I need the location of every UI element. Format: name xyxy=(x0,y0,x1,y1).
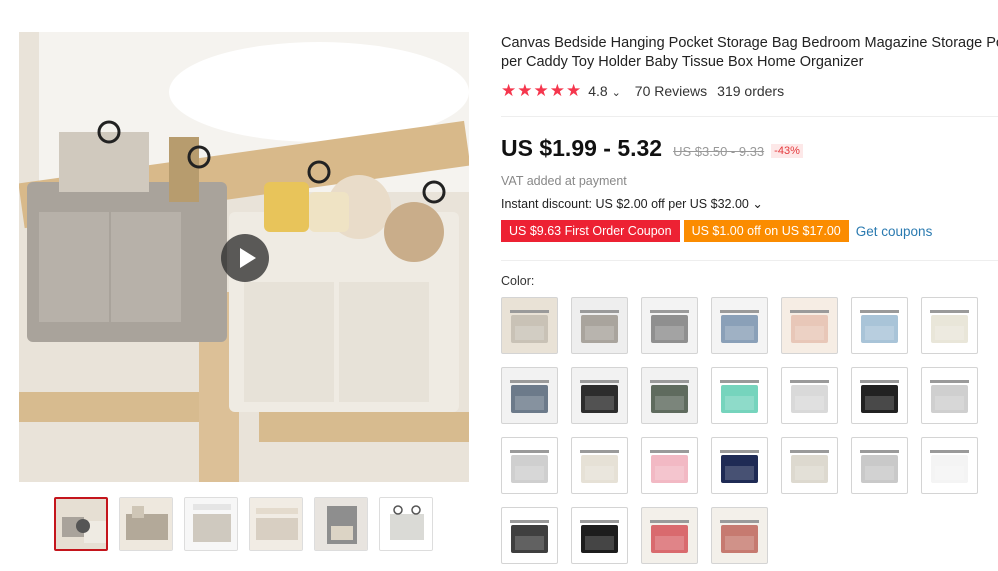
color-swatch-23[interactable] xyxy=(571,507,628,564)
swatch-bag-image xyxy=(580,520,619,553)
swatch-bag-image xyxy=(860,450,899,483)
star-rating-icon: ★★★★★ xyxy=(501,81,583,100)
swatch-bag-image xyxy=(790,450,829,483)
reviews-link[interactable]: 70 Reviews xyxy=(635,83,707,99)
color-swatch-19[interactable] xyxy=(781,437,838,494)
swatch-bag-image xyxy=(720,450,759,483)
instant-discount[interactable]: Instant discount: US $2.00 off per US $3… xyxy=(501,196,763,211)
color-swatch-20[interactable] xyxy=(851,437,908,494)
color-swatch-4[interactable] xyxy=(711,297,768,354)
swatch-bag-image xyxy=(650,520,689,553)
orders-count: 319 orders xyxy=(717,83,785,99)
original-price: US $3.50 - 9.33 xyxy=(673,144,765,159)
color-swatch-11[interactable] xyxy=(711,367,768,424)
thumbnail-6[interactable] xyxy=(379,497,433,551)
color-swatch-15[interactable] xyxy=(501,437,558,494)
color-swatch-1[interactable] xyxy=(501,297,558,354)
color-swatch-10[interactable] xyxy=(641,367,698,424)
swatch-bag-image xyxy=(580,380,619,413)
color-label: Color: xyxy=(501,274,535,288)
swatch-bag-image xyxy=(580,310,619,343)
product-page: Canvas Bedside Hanging Pocket Storage Ba… xyxy=(0,0,998,571)
color-swatch-6[interactable] xyxy=(851,297,908,354)
get-coupons-link[interactable]: Get coupons xyxy=(856,224,933,239)
swatch-bag-image xyxy=(650,380,689,413)
color-swatch-9[interactable] xyxy=(571,367,628,424)
swatch-bag-image xyxy=(790,380,829,413)
divider xyxy=(501,116,998,117)
main-product-image[interactable] xyxy=(19,32,469,482)
price-row: US $1.99 - 5.32 US $3.50 - 9.33 -43% xyxy=(501,135,803,162)
color-swatch-24[interactable] xyxy=(641,507,698,564)
swatch-bag-image xyxy=(930,310,969,343)
color-swatch-12[interactable] xyxy=(781,367,838,424)
swatch-bag-image xyxy=(510,310,549,343)
vat-note: VAT added at payment xyxy=(501,174,627,188)
swatch-bag-image xyxy=(790,310,829,343)
thumbnail-1[interactable] xyxy=(54,497,108,551)
play-video-icon[interactable] xyxy=(221,234,269,282)
color-swatch-14[interactable] xyxy=(921,367,978,424)
swatch-bag-image xyxy=(860,310,899,343)
coupon-row: US $9.63 First Order Coupon US $1.00 off… xyxy=(501,220,932,242)
rating-score[interactable]: 4.8 ⌄ xyxy=(588,83,621,99)
swatch-bag-image xyxy=(720,380,759,413)
swatch-bag-image xyxy=(930,380,969,413)
color-swatch-2[interactable] xyxy=(571,297,628,354)
swatch-bag-image xyxy=(580,450,619,483)
product-title: Canvas Bedside Hanging Pocket Storage Ba… xyxy=(501,34,998,74)
swatch-bag-image xyxy=(510,380,549,413)
rating-row: ★★★★★ 4.8 ⌄ 70 Reviews 319 orders xyxy=(501,81,785,100)
swatch-bag-image xyxy=(650,450,689,483)
rating-value: 4.8 xyxy=(588,83,608,99)
divider xyxy=(501,260,998,261)
color-swatch-17[interactable] xyxy=(641,437,698,494)
color-swatch-3[interactable] xyxy=(641,297,698,354)
thumbnail-2[interactable] xyxy=(119,497,173,551)
thumbnail-strip xyxy=(54,497,433,551)
swatch-bag-image xyxy=(860,380,899,413)
color-swatch-22[interactable] xyxy=(501,507,558,564)
color-swatch-8[interactable] xyxy=(501,367,558,424)
color-swatch-13[interactable] xyxy=(851,367,908,424)
color-swatch-7[interactable] xyxy=(921,297,978,354)
first-order-coupon[interactable]: US $9.63 First Order Coupon xyxy=(501,220,680,242)
thumbnail-3[interactable] xyxy=(184,497,238,551)
discount-badge: -43% xyxy=(771,144,803,158)
rating-dropdown-icon: ⌄ xyxy=(611,87,621,99)
color-swatch-25[interactable] xyxy=(711,507,768,564)
swatch-bag-image xyxy=(650,310,689,343)
color-swatch-21[interactable] xyxy=(921,437,978,494)
swatch-bag-image xyxy=(720,310,759,343)
swatch-bag-image xyxy=(930,450,969,483)
color-swatch-5[interactable] xyxy=(781,297,838,354)
swatch-bag-image xyxy=(510,520,549,553)
store-coupon[interactable]: US $1.00 off on US $17.00 xyxy=(683,220,849,242)
color-swatch-16[interactable] xyxy=(571,437,628,494)
thumbnail-4[interactable] xyxy=(249,497,303,551)
swatch-bag-image xyxy=(720,520,759,553)
swatch-bag-image xyxy=(510,450,549,483)
product-title-line-2: per Caddy Toy Holder Baby Tissue Box Hom… xyxy=(501,54,864,70)
product-title-line-1: Canvas Bedside Hanging Pocket Storage Ba… xyxy=(501,35,998,51)
thumbnail-5[interactable] xyxy=(314,497,368,551)
current-price: US $1.99 - 5.32 xyxy=(501,135,663,161)
color-swatch-18[interactable] xyxy=(711,437,768,494)
